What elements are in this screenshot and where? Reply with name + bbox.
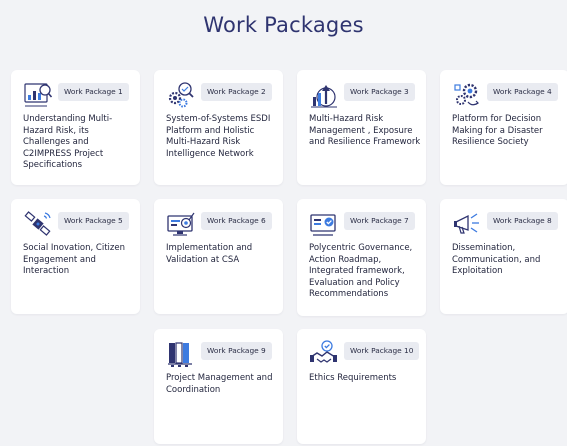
work-package-description: Understanding Multi-Hazard Risk, its Cha… [23,114,113,171]
work-package-card-4[interactable]: Work Package 4 Platform for Decision Mak… [440,70,567,185]
work-package-label: Work Package 8 [487,212,558,230]
handshake-check-icon [309,339,339,369]
checklist-icon [309,209,339,239]
work-package-description: Dissemination, Communication, and Exploi… [452,243,541,277]
risk-growth-icon [309,80,339,110]
work-package-card-8[interactable]: Work Package 8 Dissemination, Communicat… [440,199,567,314]
work-package-label: Work Package 2 [201,83,272,101]
work-package-label: Work Package 10 [344,342,420,360]
work-package-card-2[interactable]: Work Package 2 System-of-Systems ESDI Pl… [154,70,283,185]
work-package-label: Work Package 4 [487,83,558,101]
work-package-card-7[interactable]: Work Package 7 Polycentric Governance, A… [297,199,426,316]
work-package-label: Work Package 1 [58,83,129,101]
gears-magnifier-icon [166,80,196,110]
work-package-description: Project Management and Coordination [166,373,273,395]
work-packages-page: Work Packages Work Package 1 Understandi… [0,0,567,446]
work-package-label: Work Package 9 [201,342,272,360]
folders-icon [166,339,196,369]
bar-chart-magnifier-icon [23,80,53,110]
work-package-card-6[interactable]: Work Package 6 Implementation and Valida… [154,199,283,314]
work-package-description: Implementation and Validation at CSA [166,243,253,265]
work-package-card-3[interactable]: Work Package 3 Multi-Hazard Risk Managem… [297,70,426,185]
work-package-card-1[interactable]: Work Package 1 Understanding Multi-Hazar… [11,70,140,185]
satellite-icon [23,209,53,239]
work-package-description: Multi-Hazard Risk Management , Exposure … [309,114,421,148]
work-package-card-9[interactable]: Work Package 9 Project Management and Co… [154,329,283,444]
work-package-card-10[interactable]: Work Package 10 Ethics Requirements [297,329,426,444]
megaphone-icon [452,209,482,239]
work-package-description: Ethics Requirements [309,373,397,383]
page-title: Work Packages [203,13,364,37]
work-package-description: Polycentric Governance, Action Roadmap, … [309,243,413,300]
work-package-label: Work Package 5 [58,212,129,230]
work-package-description: Social Inovation, Citizen Engagement and… [23,243,125,277]
work-package-label: Work Package 3 [344,83,415,101]
work-package-label: Work Package 7 [344,212,415,230]
work-package-description: Platform for Decision Making for a Disas… [452,114,543,148]
work-package-label: Work Package 6 [201,212,272,230]
work-package-description: System-of-Systems ESDI Platform and Holi… [166,114,271,159]
monitor-target-icon [166,209,196,239]
work-package-card-5[interactable]: Work Package 5 Social Inovation, Citizen… [11,199,140,314]
decision-gears-icon [452,80,482,110]
